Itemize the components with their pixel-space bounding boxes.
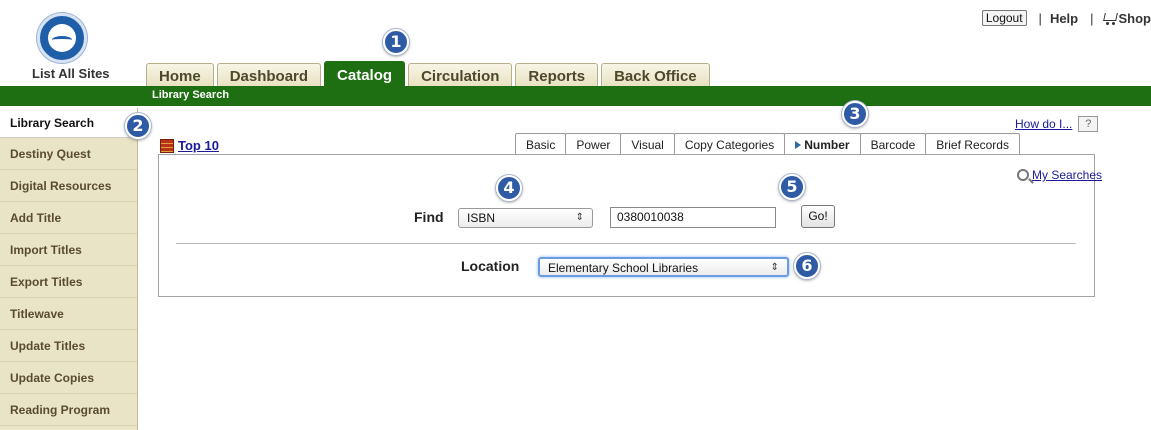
sidebar-item-add-title[interactable]: Add Title xyxy=(0,202,137,234)
help-icon[interactable]: ? xyxy=(1078,116,1099,132)
tab-number[interactable]: Number xyxy=(784,133,861,155)
location-select[interactable]: Elementary School Libraries ⇕ xyxy=(538,257,789,277)
main-tabs: Home Dashboard Catalog Circulation Repor… xyxy=(146,61,713,88)
top-10-label: Top 10 xyxy=(178,138,219,153)
search-type-tabs: Basic Power Visual Copy Categories Numbe… xyxy=(515,133,1020,155)
books-icon xyxy=(160,138,174,153)
tab-back-office[interactable]: Back Office xyxy=(601,63,710,88)
top-links: Logout | Help | Shop xyxy=(981,10,1151,26)
logout-button[interactable]: Logout xyxy=(981,10,1027,26)
select-arrow-icon: ⇕ xyxy=(575,212,584,223)
tab-power[interactable]: Power xyxy=(565,133,622,155)
callout-3: 3 xyxy=(842,101,868,127)
sidebar-item-update-copies[interactable]: Update Copies xyxy=(0,362,137,394)
callout-6: 6 xyxy=(794,253,820,279)
tab-copy-categories[interactable]: Copy Categories xyxy=(673,133,786,155)
find-type-select[interactable]: ISBN ⇕ xyxy=(458,208,593,228)
search-number-input[interactable]: 0380010038 xyxy=(610,207,776,228)
school-seal-logo xyxy=(37,13,87,63)
tab-catalog[interactable]: Catalog xyxy=(324,61,406,88)
tab-number-label: Number xyxy=(804,137,850,152)
tab-brief-records[interactable]: Brief Records xyxy=(925,133,1020,155)
tab-barcode[interactable]: Barcode xyxy=(859,133,927,155)
callout-1: 1 xyxy=(383,29,409,55)
callout-5: 5 xyxy=(779,174,805,200)
shop-link[interactable]: Shop xyxy=(1102,11,1151,26)
sidebar-item-export-titles[interactable]: Export Titles xyxy=(0,266,137,298)
my-searches[interactable]: My Searches xyxy=(1017,168,1102,182)
sidebar-item-import-titles[interactable]: Import Titles xyxy=(0,234,137,266)
my-searches-link: My Searches xyxy=(1032,168,1103,182)
callout-4: 4 xyxy=(496,175,522,201)
tab-reports[interactable]: Reports xyxy=(515,63,599,88)
location-label: Location xyxy=(461,258,520,274)
tab-basic[interactable]: Basic xyxy=(515,133,567,155)
sidebar-item-digital-resources[interactable]: Digital Resources xyxy=(0,170,137,202)
left-sidebar: Library Search Destiny Quest Digital Res… xyxy=(0,108,138,430)
sidebar-item-destiny-quest[interactable]: Destiny Quest xyxy=(0,138,137,170)
cart-icon xyxy=(1102,11,1118,25)
find-label: Find xyxy=(414,209,444,225)
go-button[interactable]: Go! xyxy=(801,205,835,228)
tab-circulation[interactable]: Circulation xyxy=(408,63,513,88)
magnifier-icon xyxy=(1017,169,1029,181)
list-all-sites-link[interactable]: List All Sites xyxy=(32,66,110,81)
sidebar-item-titlewave[interactable]: Titlewave xyxy=(0,298,137,330)
how-do-i-link[interactable]: How do I... xyxy=(1015,117,1072,131)
logo-book-mark xyxy=(52,36,72,44)
active-tab-triangle-icon xyxy=(795,140,802,149)
top-10-link[interactable]: Top 10 xyxy=(160,138,219,153)
top-link-separator: | xyxy=(1090,10,1094,26)
tab-dashboard[interactable]: Dashboard xyxy=(216,63,322,88)
help-link[interactable]: Help xyxy=(1050,11,1078,26)
divider xyxy=(176,243,1076,244)
subnav-library-search[interactable]: Library Search xyxy=(152,89,229,101)
tab-home[interactable]: Home xyxy=(146,63,214,88)
callout-2: 2 xyxy=(125,113,151,139)
sidebar-item-reading-program[interactable]: Reading Program xyxy=(0,394,137,426)
shop-label: Shop xyxy=(1118,10,1151,26)
sidebar-item-library-search[interactable]: Library Search xyxy=(0,108,137,138)
location-value: Elementary School Libraries xyxy=(548,261,699,275)
tab-visual[interactable]: Visual xyxy=(620,133,675,155)
find-type-value: ISBN xyxy=(467,211,496,225)
sidebar-item-update-titles[interactable]: Update Titles xyxy=(0,330,137,362)
top-link-separator: | xyxy=(1038,10,1042,26)
select-arrow-icon: ⇕ xyxy=(770,262,779,273)
how-do-i: How do I... ? xyxy=(1015,116,1099,132)
